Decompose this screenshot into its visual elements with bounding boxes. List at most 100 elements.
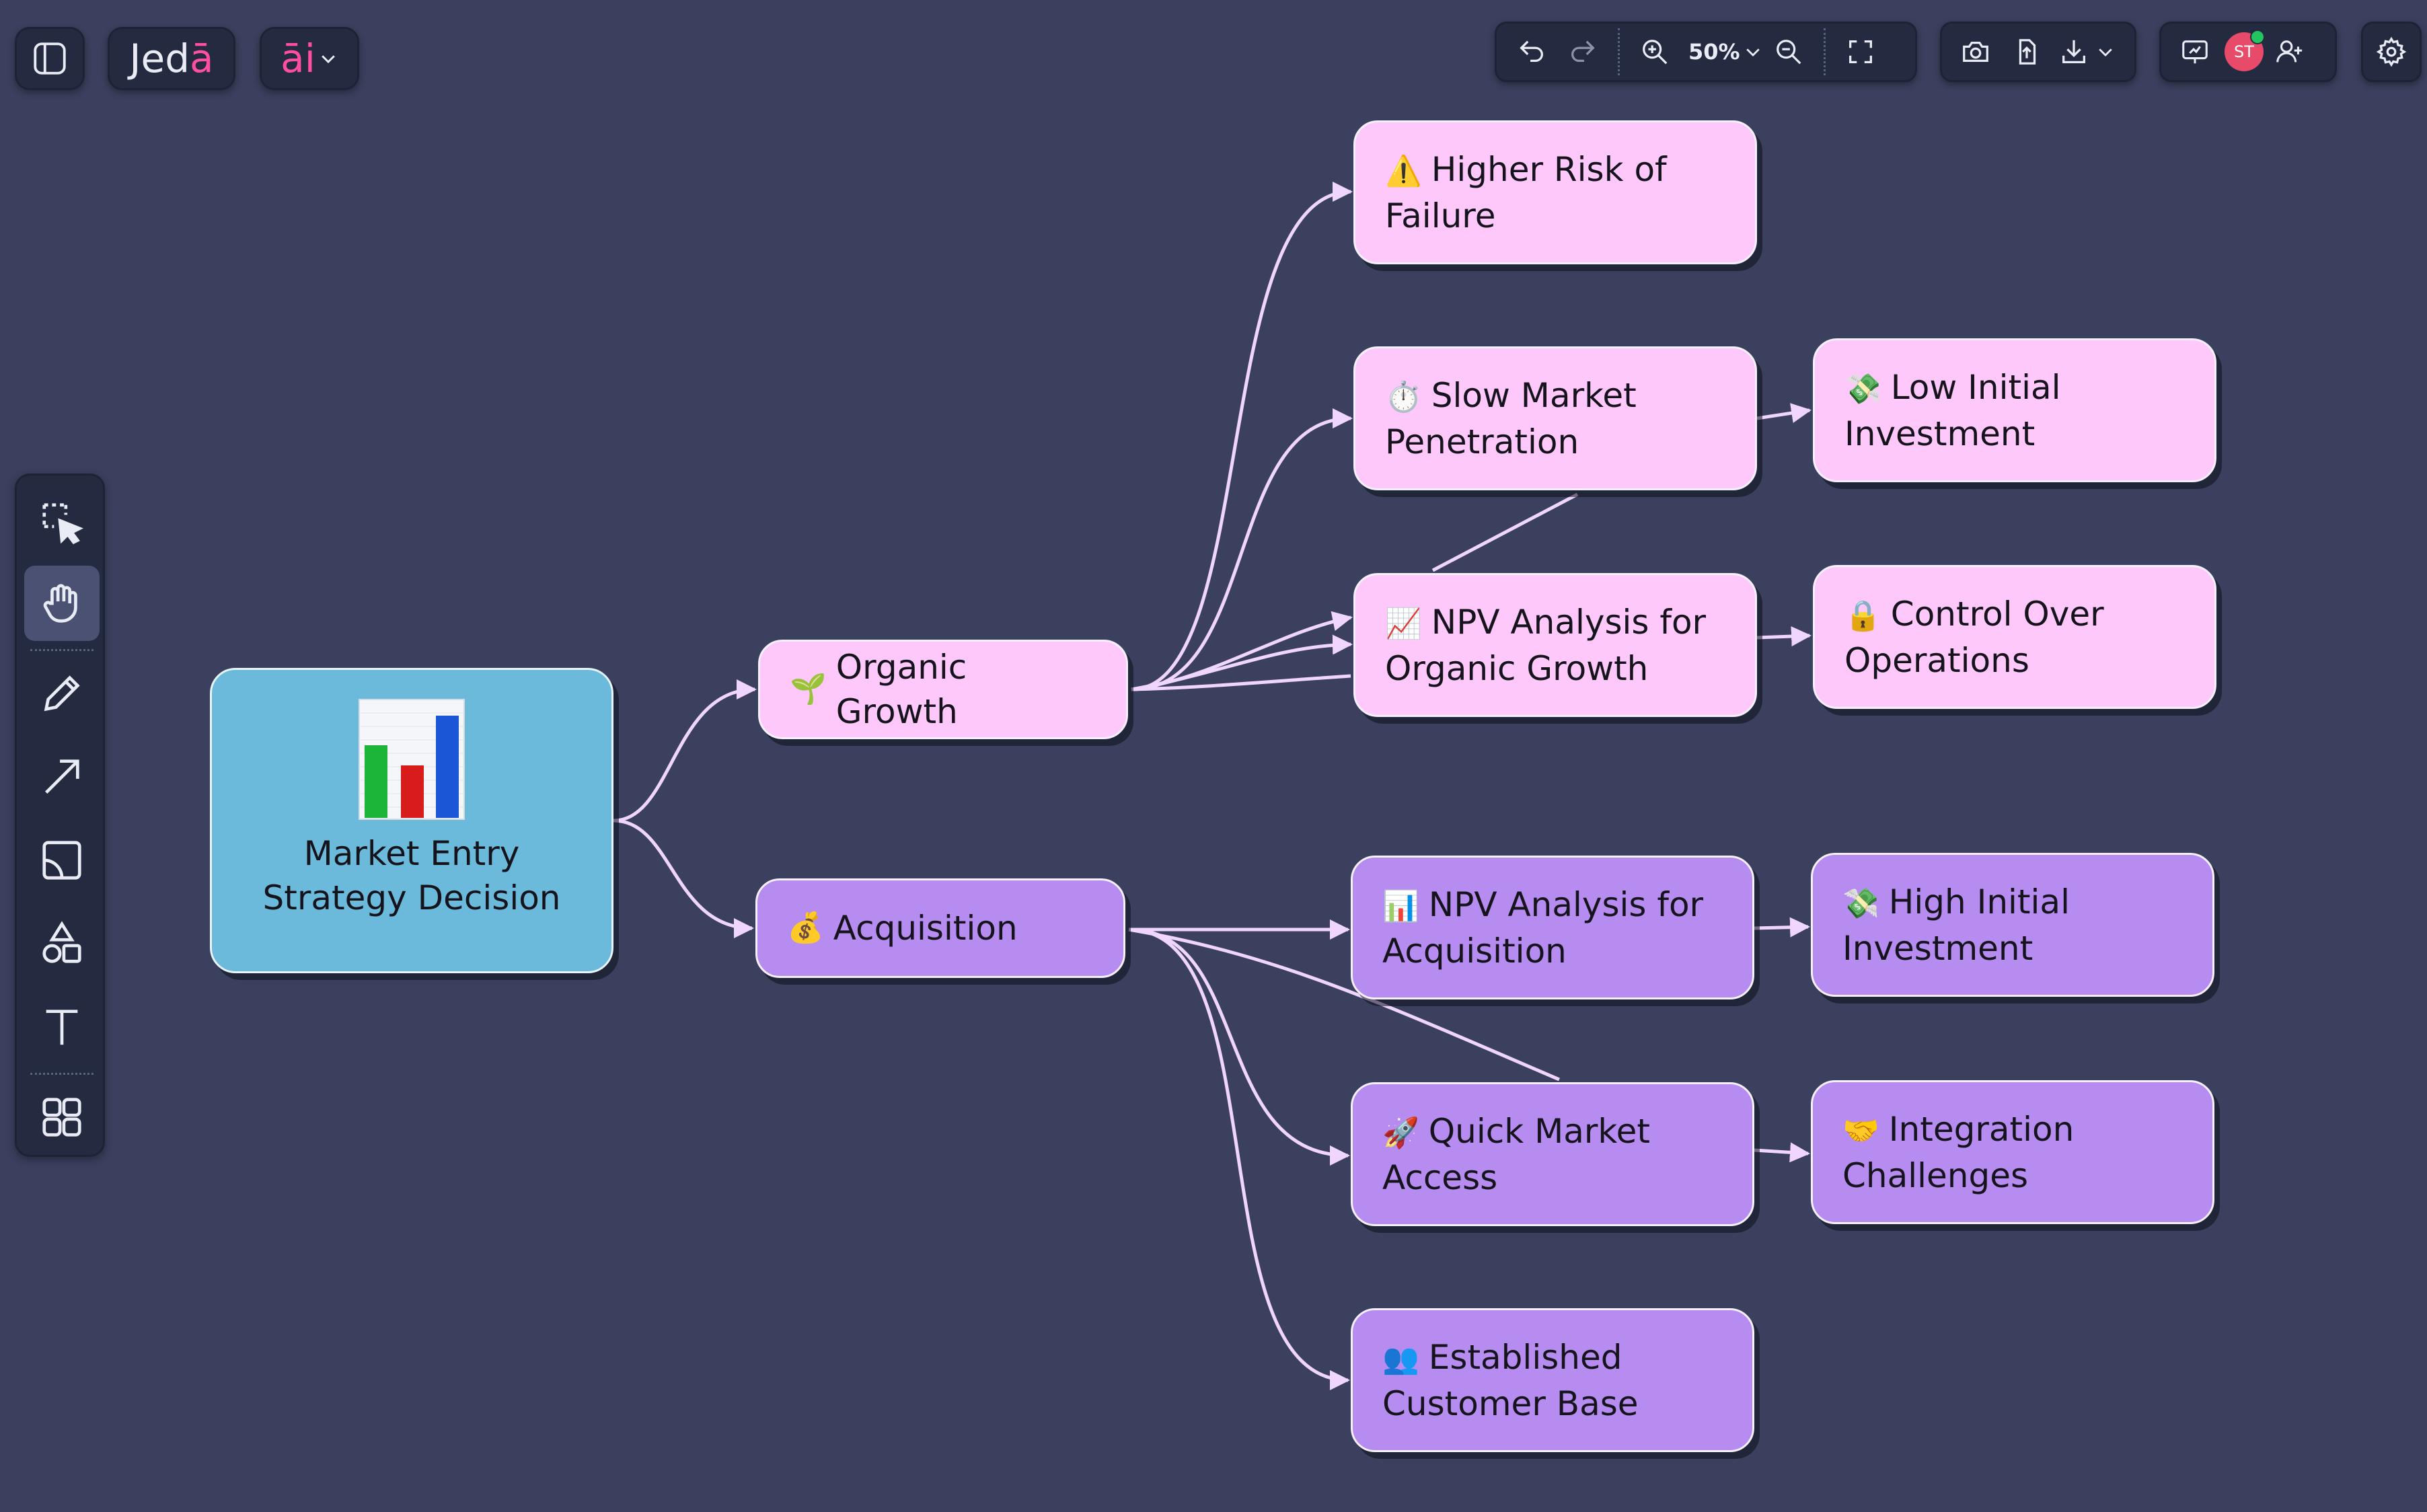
screenshot-button[interactable]	[1950, 26, 2001, 77]
marquee-select-icon	[42, 503, 83, 545]
edge-root-organic	[613, 679, 757, 823]
stopwatch-icon: ⏱️	[1385, 379, 1422, 414]
frame-icon	[42, 841, 81, 880]
ai-label: āi	[281, 36, 315, 81]
presentation-button[interactable]	[2169, 26, 2220, 77]
node-label: Slow Market Penetration	[1385, 375, 1637, 461]
text-tool[interactable]	[24, 989, 100, 1065]
select-tool[interactable]	[24, 485, 100, 560]
people-icon: 👥	[1382, 1341, 1419, 1376]
text-icon	[46, 1010, 78, 1045]
toolbar-divider	[1618, 28, 1620, 75]
upload-button[interactable]	[2001, 26, 2052, 77]
arrow-tool[interactable]	[24, 739, 100, 815]
bar-chart-icon	[359, 699, 465, 820]
rocket-icon: 🚀	[1382, 1115, 1419, 1150]
money-wings-icon: 💸	[1842, 886, 1879, 921]
user-avatar[interactable]: ST	[2225, 30, 2265, 71]
node-low-investment[interactable]: 💸 Low Initial Investment	[1813, 338, 2216, 482]
edge-npv-slow-link	[1431, 492, 1579, 572]
zoom-level-select[interactable]: 50%	[1688, 39, 1740, 65]
add-user-icon	[2276, 40, 2303, 63]
edge-acq-quick	[1128, 928, 1350, 1166]
root-node-label: Market Entry Strategy Decision	[262, 834, 561, 917]
bar-chart-emoji-icon: 📊	[1382, 889, 1419, 923]
node-customer-base[interactable]: 👥 Established Customer Base	[1351, 1308, 1754, 1452]
node-label: NPV Analysis for Acquisition	[1382, 884, 1704, 971]
edge-root-acquisition	[613, 819, 754, 938]
upload-icon	[2019, 39, 2036, 65]
settings-button[interactable]	[2361, 22, 2422, 82]
warning-icon: ⚠️	[1385, 153, 1422, 188]
seedling-icon: 🌱	[790, 672, 827, 706]
sidebar-panel-icon	[34, 42, 66, 75]
mindmap-canvas[interactable]: Market Entry Strategy Decision 🌱 Organic…	[0, 0, 2427, 1512]
collaboration-toolbar: ST	[2159, 22, 2337, 82]
zoom-out-icon	[1776, 40, 1801, 65]
edge-acq-customer	[1128, 928, 1350, 1390]
add-user-button[interactable]	[2264, 26, 2315, 77]
redo-button[interactable]	[1557, 26, 1608, 77]
node-control-operations[interactable]: 🔒 Control Over Operations	[1813, 565, 2216, 709]
edge-npv-control	[1756, 626, 1812, 647]
undo-button[interactable]	[1506, 26, 1557, 77]
pencil-tool[interactable]	[24, 656, 100, 731]
edge-npvacq-high	[1754, 917, 1810, 938]
node-label: Control Over Operations	[1844, 594, 2104, 680]
undo-icon	[1520, 40, 1543, 63]
avatar-initials: ST	[2234, 42, 2254, 61]
node-acquisition[interactable]: 💰 Acquisition	[755, 878, 1125, 978]
pan-tool[interactable]	[24, 566, 100, 641]
money-bag-icon: 💰	[787, 911, 824, 945]
edge-quick-integration	[1754, 1142, 1810, 1163]
node-high-investment[interactable]: 💸 High Initial Investment	[1811, 853, 2214, 997]
zoom-in-icon	[1643, 40, 1668, 65]
node-quick-market-access[interactable]: 🚀 Quick Market Access	[1351, 1082, 1754, 1226]
brand-logo[interactable]: Jed ā	[108, 27, 235, 90]
templates-tool[interactable]	[24, 1080, 100, 1155]
grid-icon	[42, 1098, 81, 1137]
view-toolbar: 50%	[1495, 22, 1917, 82]
node-label: Quick Market Access	[1382, 1111, 1650, 1197]
node-label: Organic Growth	[835, 648, 967, 731]
export-toolbar	[1940, 22, 2136, 82]
toolbar-divider	[1823, 28, 1826, 75]
chevron-down-icon[interactable]	[2095, 42, 2116, 62]
chart-increasing-icon: 📈	[1385, 606, 1422, 641]
shapes-icon	[42, 921, 81, 963]
root-node[interactable]: Market Entry Strategy Decision	[210, 668, 613, 973]
node-label: Higher Risk of Failure	[1385, 149, 1667, 235]
node-label: Acquisition	[833, 909, 1018, 948]
money-wings-icon: 💸	[1844, 371, 1881, 406]
node-higher-risk[interactable]: ⚠️ Higher Risk of Failure	[1353, 120, 1757, 264]
zoom-out-button[interactable]	[1763, 26, 1814, 77]
gear-icon	[2376, 36, 2407, 67]
camera-icon	[1963, 41, 1988, 63]
pencil-icon	[44, 675, 80, 712]
download-button[interactable]	[2052, 26, 2095, 77]
brand-suffix: ā	[190, 36, 214, 81]
left-toolbar	[15, 474, 105, 1157]
hand-icon	[43, 584, 77, 623]
frame-tool[interactable]	[24, 823, 100, 898]
node-integration-challenges[interactable]: 🤝 Integration Challenges	[1811, 1080, 2214, 1224]
arrow-icon	[45, 759, 79, 794]
fullscreen-icon	[1849, 40, 1872, 63]
ai-menu-button[interactable]: āi	[260, 27, 359, 90]
node-organic-growth[interactable]: 🌱 Organic Growth	[758, 640, 1128, 739]
node-label: NPV Analysis for Organic Growth	[1385, 602, 1707, 688]
node-npv-acquisition[interactable]: 📊 NPV Analysis for Acquisition	[1351, 856, 1754, 999]
edge-slow-low	[1756, 403, 1812, 423]
shapes-tool[interactable]	[24, 906, 100, 981]
node-npv-organic[interactable]: 📈 NPV Analysis for Organic Growth	[1353, 573, 1757, 717]
node-slow-market[interactable]: ⏱️ Slow Market Penetration	[1353, 346, 1757, 490]
chevron-down-icon	[1746, 48, 1760, 56]
zoom-in-button[interactable]	[1629, 26, 1680, 77]
presentation-icon	[2182, 40, 2208, 64]
fit-screen-button[interactable]	[1835, 26, 1886, 77]
node-label: Established Customer Base	[1382, 1337, 1639, 1423]
edge-organic-slow	[1131, 408, 1353, 691]
online-status-dot	[2250, 30, 2265, 44]
sidebar-toggle-button[interactable]	[15, 27, 85, 90]
edge-organic-risk	[1131, 182, 1353, 691]
